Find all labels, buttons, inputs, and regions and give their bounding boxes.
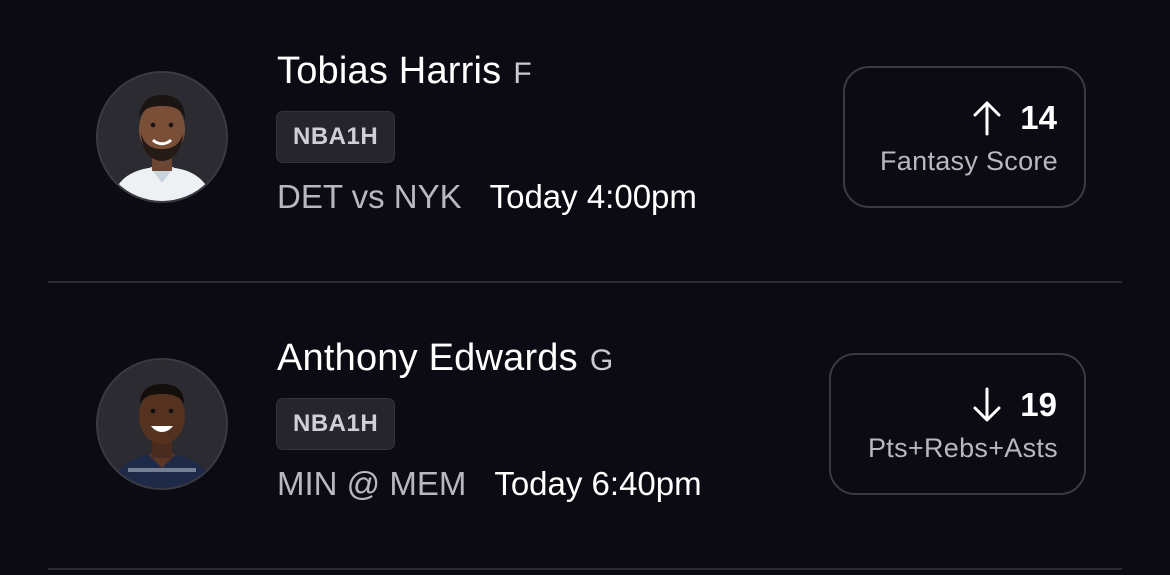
pick-row: Tobias Harris F NBA1H DET vs NYK Today 4:0… — [0, 0, 1170, 285]
player-name-text: Tobias Harris — [277, 50, 502, 92]
player-photo — [98, 73, 226, 201]
pick-row: Anthony Edwards G NBA1H MIN @ MEM Today 6:… — [0, 287, 1170, 572]
stat-type: Pts+Rebs+Asts — [868, 433, 1058, 463]
game-time: Today 4:00pm — [489, 178, 697, 215]
stat-type: Fantasy Score — [880, 146, 1058, 176]
league-badge: NBA1H — [276, 398, 396, 450]
game-info: MIN @ MEM Today 6:40pm — [277, 465, 702, 503]
player-position: F — [513, 57, 532, 90]
line-value: 14 — [1020, 99, 1057, 136]
projection-line: 14 — [972, 98, 1057, 138]
player-name: Anthony Edwards G — [277, 337, 613, 380]
row-divider — [48, 568, 1122, 570]
player-name: Tobias Harris F — [277, 50, 532, 93]
matchup: MIN @ MEM — [277, 465, 467, 502]
projection-card[interactable]: 14 Fantasy Score — [843, 66, 1086, 208]
line-value: 19 — [1020, 386, 1057, 423]
player-avatar — [96, 71, 228, 203]
game-info: DET vs NYK Today 4:00pm — [277, 178, 697, 216]
row-divider — [48, 281, 1122, 283]
arrow-up-icon — [972, 100, 1002, 136]
player-avatar — [96, 358, 228, 490]
league-badge: NBA1H — [276, 111, 396, 163]
game-time: Today 6:40pm — [494, 465, 702, 502]
projection-card[interactable]: 19 Pts+Rebs+Asts — [829, 353, 1086, 495]
player-photo — [98, 360, 226, 488]
projection-line: 19 — [972, 385, 1057, 425]
player-name-text: Anthony Edwards — [277, 337, 578, 379]
player-position: G — [589, 344, 614, 377]
arrow-down-icon — [972, 387, 1002, 423]
matchup: DET vs NYK — [277, 178, 462, 215]
